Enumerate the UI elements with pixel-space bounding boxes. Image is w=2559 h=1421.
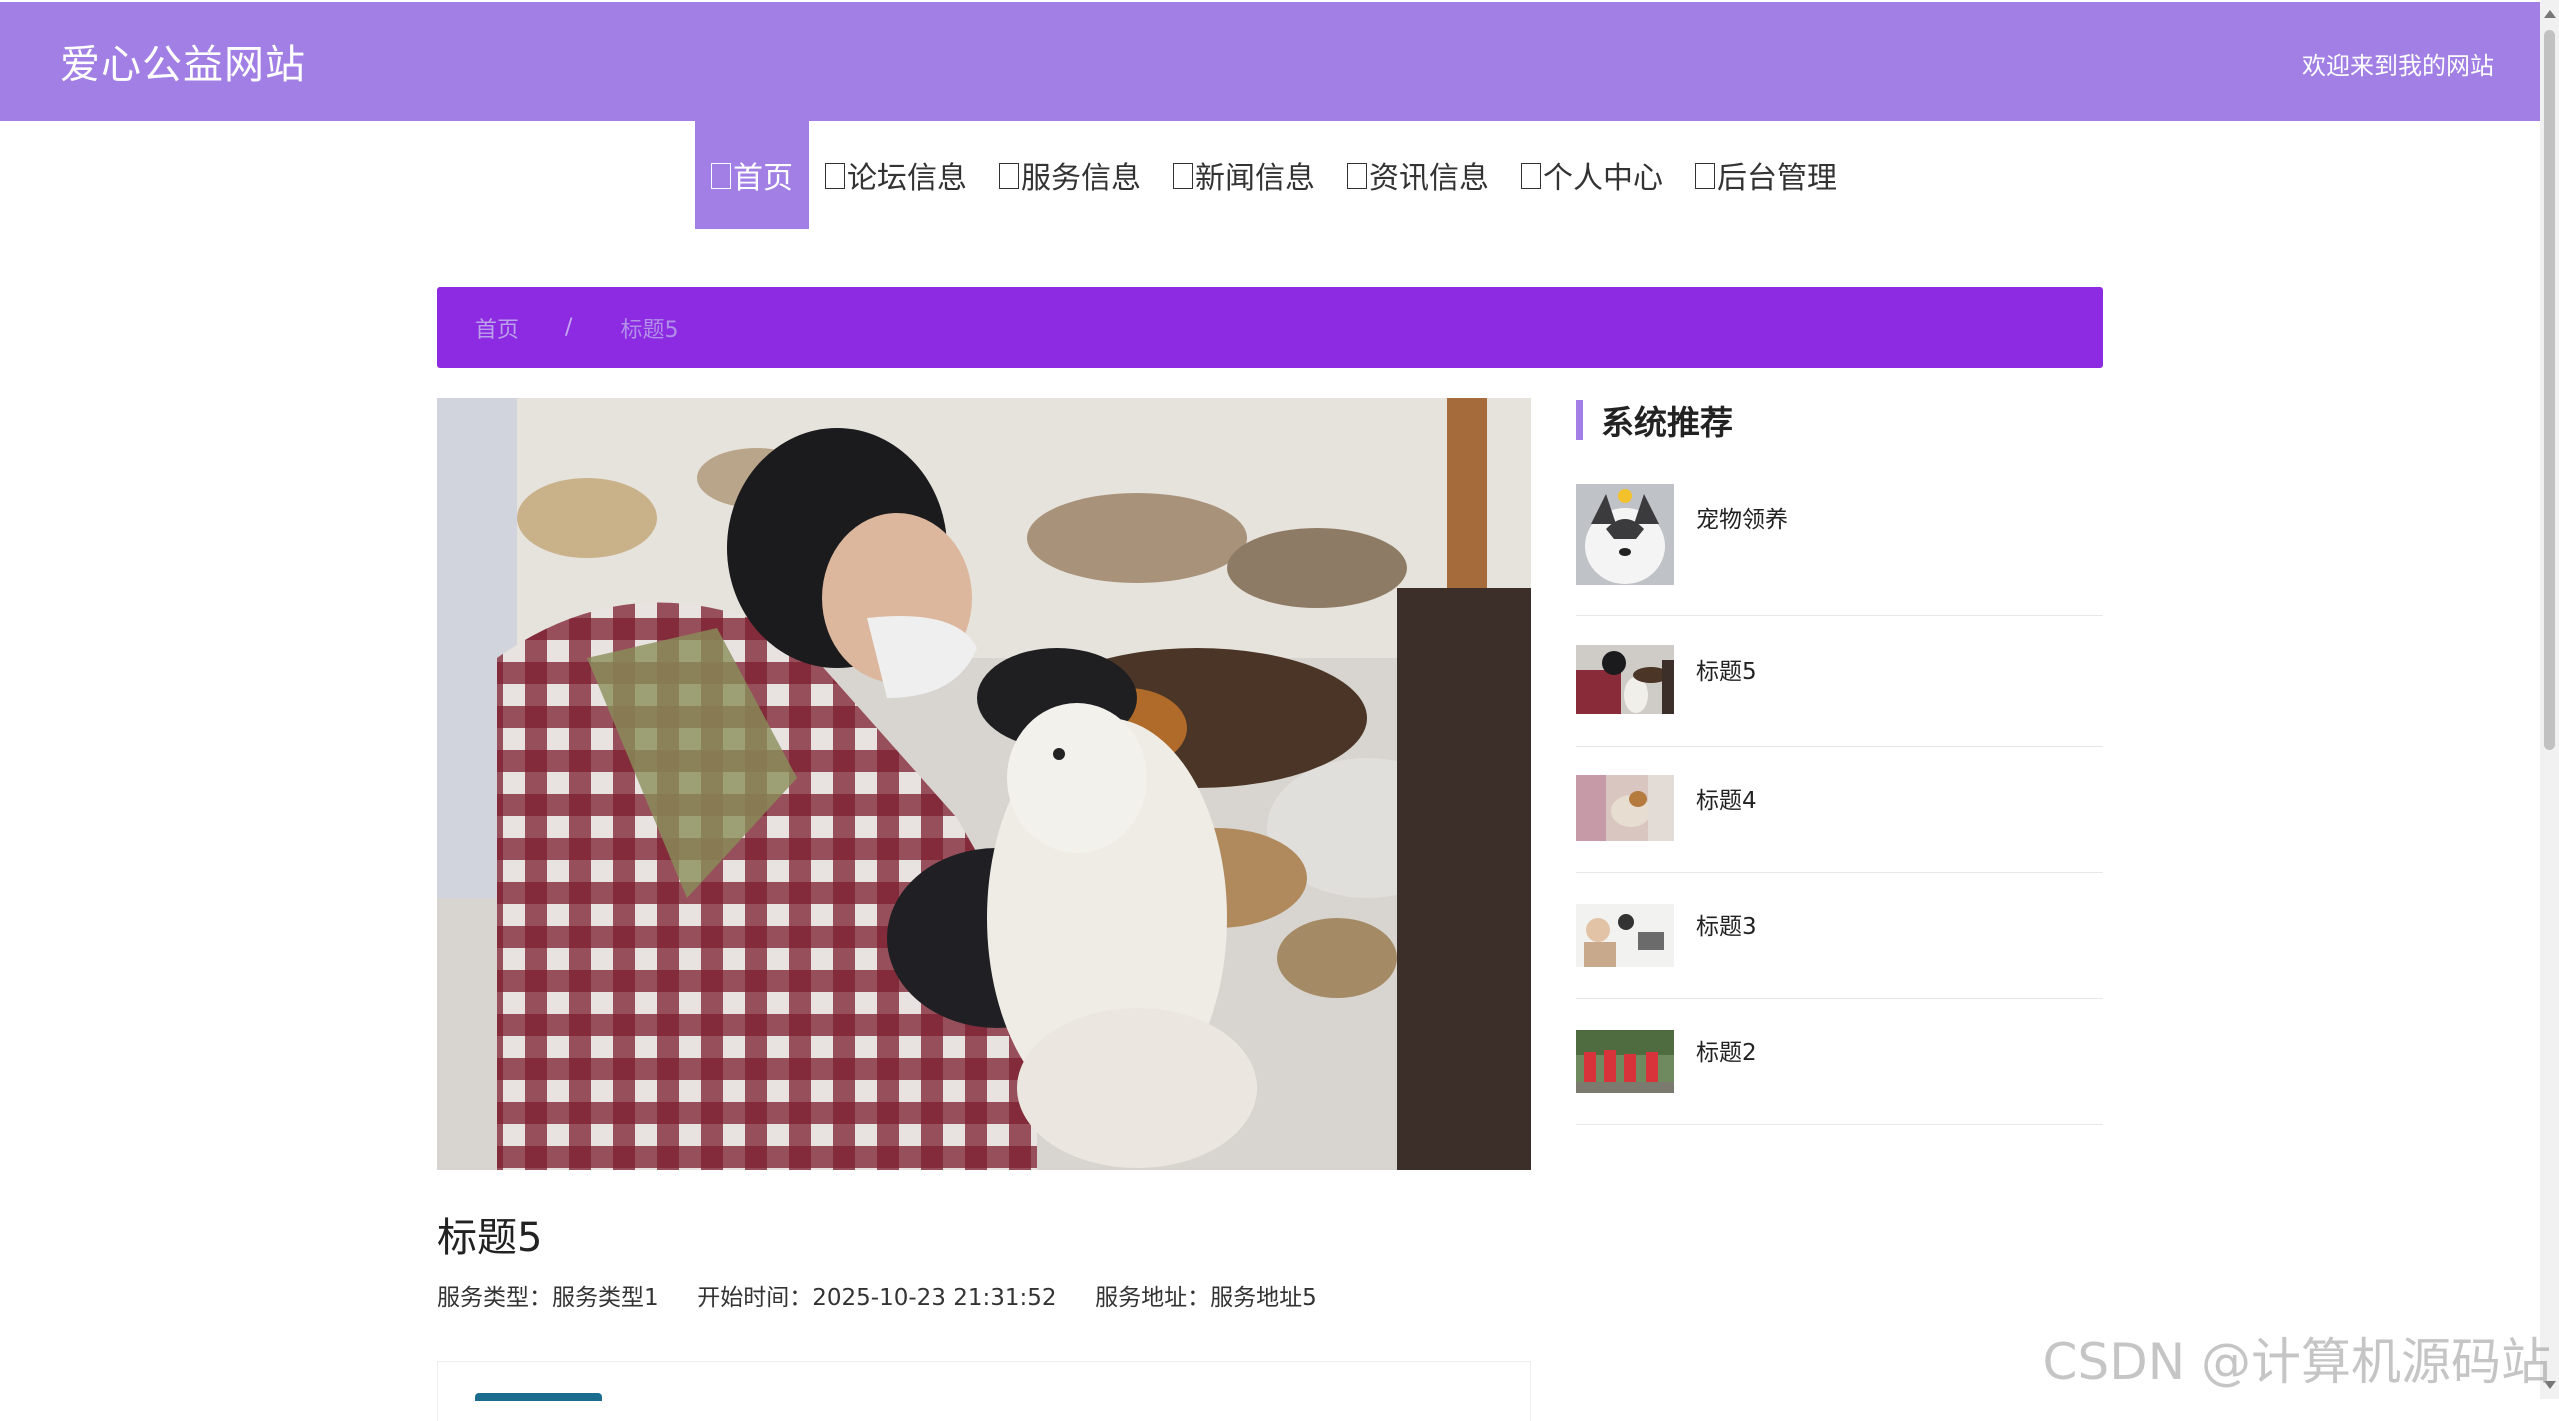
start-time-value: 2025-10-23 21:31:52 <box>812 1285 1057 1311</box>
thumbnail <box>1576 645 1674 714</box>
missing-glyph-icon <box>1521 163 1541 189</box>
missing-glyph-icon <box>1347 163 1367 189</box>
nav-item-label: 后台管理 <box>1717 161 1837 196</box>
breadcrumb: 首页 / 标题5 <box>437 287 2103 368</box>
missing-glyph-icon <box>1695 163 1715 189</box>
missing-glyph-icon <box>711 163 731 189</box>
nav-item-label: 资讯信息 <box>1369 161 1489 196</box>
detail-title: 标题5 <box>437 1215 543 1261</box>
address-label: 服务地址： <box>1095 1285 1211 1311</box>
detail-content-panel <box>437 1361 1531 1421</box>
missing-glyph-icon <box>999 163 1019 189</box>
welcome-text: 欢迎来到我的网站 <box>2302 52 2494 80</box>
scroll-up-arrow-icon[interactable] <box>2544 10 2556 18</box>
list-item[interactable]: 标题3 <box>1576 873 2103 999</box>
thumbnail <box>1576 775 1674 841</box>
nav-item-profile[interactable]: 个人中心 <box>1505 121 1679 229</box>
recommend-list: 宠物领养 标题5 标题4 标题3 标题2 <box>1576 462 2103 1125</box>
service-type-label: 服务类型： <box>437 1285 552 1311</box>
nav-item-news[interactable]: 新闻信息 <box>1157 121 1331 229</box>
sidebar-title: 系统推荐 <box>1576 400 1733 442</box>
nav-item-label: 服务信息 <box>1021 161 1141 196</box>
nav-item-admin[interactable]: 后台管理 <box>1679 121 1853 229</box>
recommend-item-label: 宠物领养 <box>1696 507 1788 533</box>
page-scrollbar[interactable] <box>2540 0 2559 1399</box>
nav-item-label: 个人中心 <box>1543 161 1663 196</box>
recommend-item-label: 标题4 <box>1696 788 1757 814</box>
nav-item-info[interactable]: 资讯信息 <box>1331 121 1505 229</box>
list-item[interactable]: 标题2 <box>1576 999 2103 1125</box>
main-nav: 首页 论坛信息 服务信息 新闻信息 资讯信息 个人中心 后台管理 <box>0 121 2540 229</box>
nav-item-label: 首页 <box>733 161 793 196</box>
nav-item-label: 论坛信息 <box>847 161 967 196</box>
nav-item-label: 新闻信息 <box>1195 161 1315 196</box>
recommend-item-label: 标题3 <box>1696 914 1757 940</box>
nav-item-forum[interactable]: 论坛信息 <box>809 121 983 229</box>
nav-item-home[interactable]: 首页 <box>695 121 809 229</box>
recommend-item-label: 标题2 <box>1696 1040 1757 1066</box>
watermark: CSDN @计算机源码站 <box>2042 1333 2551 1391</box>
breadcrumb-home-link[interactable]: 首页 <box>475 312 519 344</box>
breadcrumb-separator: / <box>565 315 573 340</box>
site-title[interactable]: 爱心公益网站 <box>60 32 306 90</box>
detail-photo <box>437 398 1531 1170</box>
start-time-label: 开始时间： <box>697 1285 813 1311</box>
nav-item-services[interactable]: 服务信息 <box>983 121 1157 229</box>
scroll-thumb[interactable] <box>2544 30 2555 750</box>
address-value: 服务地址5 <box>1210 1285 1317 1311</box>
site-header: 爱心公益网站 欢迎来到我的网站 <box>0 2 2540 121</box>
list-item[interactable]: 标题5 <box>1576 616 2103 747</box>
thumbnail <box>1576 904 1674 967</box>
missing-glyph-icon <box>1173 163 1193 189</box>
service-type-value: 服务类型1 <box>552 1285 659 1311</box>
breadcrumb-current: 标题5 <box>620 317 679 343</box>
list-item[interactable]: 宠物领养 <box>1576 462 2103 616</box>
thumbnail <box>1576 484 1674 585</box>
list-item[interactable]: 标题4 <box>1576 747 2103 873</box>
thumbnail <box>1576 1030 1674 1093</box>
missing-glyph-icon <box>825 163 845 189</box>
recommend-item-label: 标题5 <box>1696 659 1757 685</box>
detail-meta: 服务类型：服务类型1 开始时间：2025-10-23 21:31:52 服务地址… <box>437 1278 1317 1312</box>
content-tab[interactable] <box>475 1393 602 1401</box>
